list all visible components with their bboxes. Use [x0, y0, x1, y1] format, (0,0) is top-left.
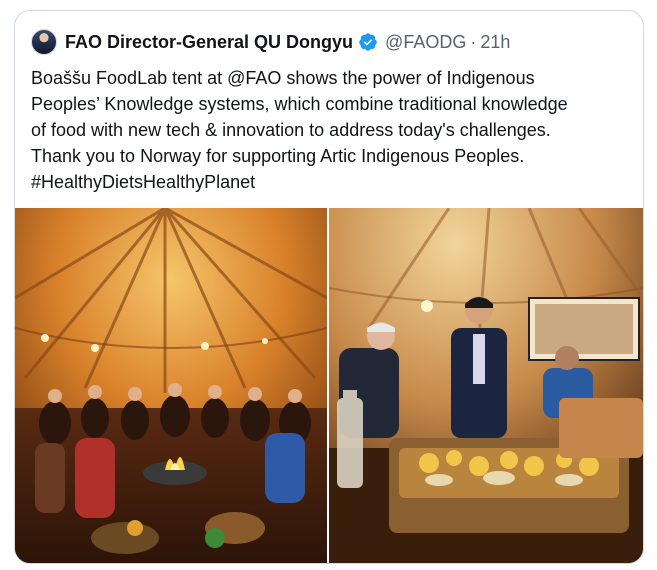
tweet-media	[15, 208, 643, 563]
media-photo-speaker[interactable]	[329, 208, 643, 563]
speaker-image	[329, 208, 643, 563]
tweet-timestamp[interactable]: 21h	[480, 32, 510, 53]
separator-dot: ·	[470, 31, 477, 52]
author-name[interactable]: FAO Director-General QU Dongyu	[65, 32, 353, 53]
author-avatar[interactable]	[31, 29, 57, 55]
author-handle[interactable]: @FAODG	[385, 32, 466, 53]
media-photo-tent-gathering[interactable]	[15, 208, 329, 563]
hashtag-link[interactable]: #HealthyDietsHealthyPlanet	[31, 169, 631, 195]
tweet-card[interactable]: FAO Director-General QU Dongyu @FAODG · …	[14, 10, 644, 564]
tweet-text-line: Peoples’ Knowledge systems, which combin…	[31, 94, 568, 114]
tweet-text-line: of food with new tech & innovation to ad…	[31, 120, 551, 140]
tweet-text-line: Boaššu FoodLab tent at @FAO shows the po…	[31, 68, 535, 88]
tent-gathering-image	[15, 208, 327, 563]
tweet-text-line: Thank you to Norway for supporting Artic…	[31, 146, 525, 166]
tweet-text: Boaššu FoodLab tent at @FAO shows the po…	[31, 65, 631, 195]
tweet-header: FAO Director-General QU Dongyu @FAODG · …	[31, 27, 510, 57]
verified-badge-icon	[358, 32, 378, 52]
